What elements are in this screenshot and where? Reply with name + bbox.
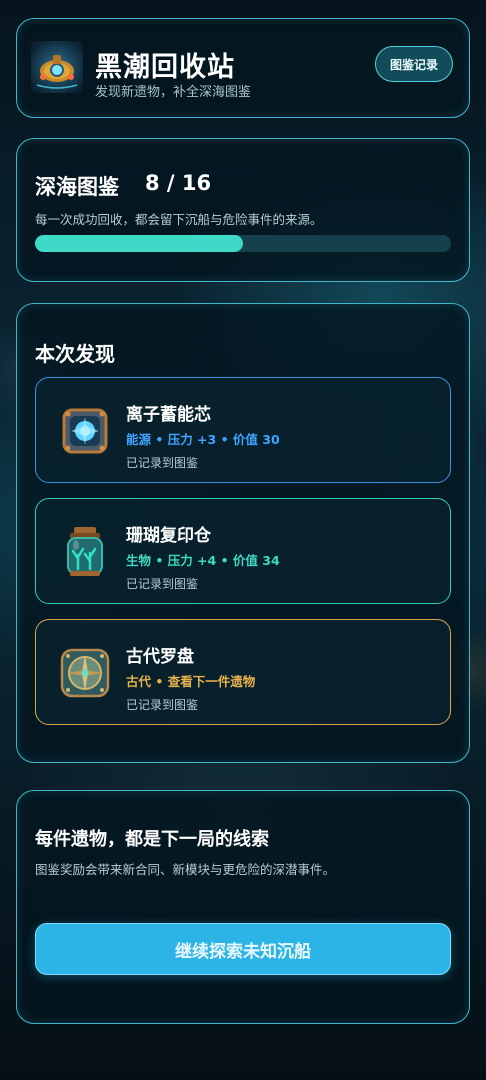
relic-meta: 古代 • 查看下一件遗物 xyxy=(126,674,256,689)
finds-panel: 本次发现 离子蓄能芯 能源 • 压力 +3 • 价值 30 已记录到图鉴 珊瑚复… xyxy=(16,303,470,763)
relic-meta: 能源 • 压力 +3 • 价值 30 xyxy=(126,432,280,447)
ion-core-icon xyxy=(62,408,108,454)
codex-progress-bar xyxy=(35,235,451,252)
relic-name: 古代罗盘 xyxy=(126,647,194,667)
app-subtitle: 发现新遗物，补全深海图鉴 xyxy=(95,85,252,100)
submarine-logo-icon xyxy=(31,41,83,93)
codex-description: 每一次成功回收，都会留下沉船与危险事件的来源。 xyxy=(35,212,323,227)
relic-meta: 生物 • 压力 +4 • 价值 34 xyxy=(126,553,280,568)
coral-jar-icon xyxy=(67,527,103,576)
codex-progress-fill xyxy=(35,235,243,252)
codex-log-button[interactable]: 图鉴记录 xyxy=(375,46,453,82)
relic-card-ancient-compass[interactable]: 古代罗盘 古代 • 查看下一件遗物 已记录到图鉴 xyxy=(35,619,451,725)
header-panel: 黑潮回收站 发现新遗物，补全深海图鉴 图鉴记录 xyxy=(16,18,470,118)
finds-title: 本次发现 xyxy=(35,342,115,366)
relic-name: 珊瑚复印仓 xyxy=(126,526,211,546)
app-title: 黑潮回收站 xyxy=(95,52,235,83)
continue-explore-button[interactable]: 继续探索未知沉船 xyxy=(35,923,451,975)
relic-name: 离子蓄能芯 xyxy=(126,405,211,425)
compass-icon xyxy=(60,648,110,698)
codex-panel: 深海图鉴 8 / 16 每一次成功回收，都会留下沉船与危险事件的来源。 xyxy=(16,138,470,282)
footer-panel: 每件遗物，都是下一局的线索 图鉴奖励会带来新合同、新模块与更危险的深潜事件。 继… xyxy=(16,790,470,1024)
footer-title: 每件遗物，都是下一局的线索 xyxy=(35,829,269,850)
relic-note: 已记录到图鉴 xyxy=(126,698,199,712)
relic-note: 已记录到图鉴 xyxy=(126,577,199,591)
codex-title: 深海图鉴 xyxy=(35,175,119,199)
footer-description: 图鉴奖励会带来新合同、新模块与更危险的深潜事件。 xyxy=(35,862,336,877)
codex-count: 8 / 16 xyxy=(145,171,212,195)
relic-note: 已记录到图鉴 xyxy=(126,456,199,470)
relic-card-ion-core[interactable]: 离子蓄能芯 能源 • 压力 +3 • 价值 30 已记录到图鉴 xyxy=(35,377,451,483)
relic-card-coral-jar[interactable]: 珊瑚复印仓 生物 • 压力 +4 • 价值 34 已记录到图鉴 xyxy=(35,498,451,604)
